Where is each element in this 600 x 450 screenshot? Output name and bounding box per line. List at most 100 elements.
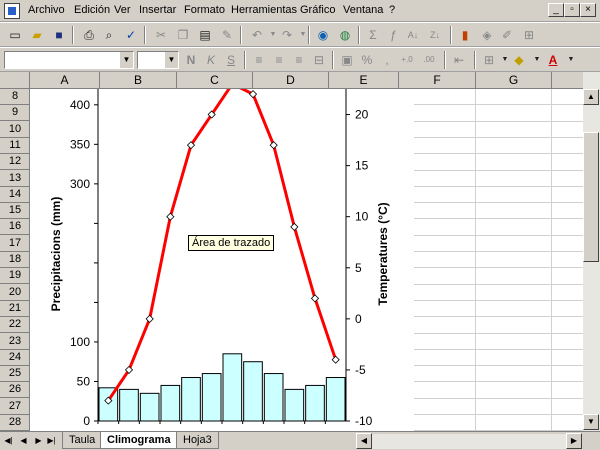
horizontal-scrollbar[interactable]: ◀ ▶ xyxy=(356,433,582,449)
scroll-up-icon[interactable]: ▲ xyxy=(583,89,599,105)
font-name-combo[interactable]: ▼ xyxy=(4,51,134,69)
menu-archivo[interactable]: Archivo xyxy=(28,4,65,16)
open-folder-icon[interactable]: ▰ xyxy=(28,26,46,44)
menu-ventana[interactable]: Ventana xyxy=(343,4,383,16)
row-header[interactable]: 16 xyxy=(0,219,29,236)
font-size-combo[interactable]: ▼ xyxy=(137,51,179,69)
menu-insertar[interactable]: Insertar xyxy=(139,4,176,16)
merge-center-icon[interactable]: ⊟ xyxy=(310,51,328,69)
chevron-down-icon[interactable]: ▼ xyxy=(164,52,178,68)
percent-button[interactable]: % xyxy=(358,51,376,69)
climograph-chart[interactable]: 0 50 100 300 350 400 -10 -5 0 5 10 15 20 Precipitaci… xyxy=(30,89,414,431)
scroll-down-icon[interactable]: ▼ xyxy=(583,414,599,430)
zoom-icon[interactable]: ⊞ xyxy=(520,26,538,44)
menu-ver[interactable]: Ver xyxy=(114,4,131,16)
paste-function-icon[interactable]: ƒ xyxy=(384,26,402,44)
font-color-icon[interactable]: A xyxy=(544,51,562,69)
sort-descending-icon[interactable]: Z↓ xyxy=(426,26,444,44)
web-toolbar-icon[interactable]: ◍ xyxy=(336,26,354,44)
align-right-icon[interactable]: ≡ xyxy=(290,51,308,69)
row-header[interactable]: 24 xyxy=(0,350,29,366)
bold-button[interactable]: N xyxy=(182,51,200,69)
scroll-right-icon[interactable]: ▶ xyxy=(566,433,582,449)
row-header[interactable]: 9 xyxy=(0,105,29,122)
next-sheet-icon[interactable]: ▶ xyxy=(32,434,45,448)
autosum-icon[interactable]: Σ xyxy=(364,26,382,44)
row-header[interactable]: 20 xyxy=(0,285,29,301)
row-header[interactable]: 22 xyxy=(0,317,29,334)
close-button[interactable]: × xyxy=(580,3,596,17)
sheet-tab-climograma[interactable]: Climograma xyxy=(100,432,178,449)
row-header[interactable]: 14 xyxy=(0,187,29,203)
y-tick-label: 100 xyxy=(70,335,90,349)
new-document-icon[interactable]: ▭ xyxy=(6,26,24,44)
print-icon[interactable]: ⎙ xyxy=(80,26,98,44)
row-header[interactable]: 15 xyxy=(0,203,29,220)
menu-formato[interactable]: Formato xyxy=(184,4,225,16)
menu-herramientas[interactable]: Herramientas xyxy=(231,4,297,16)
row-header[interactable]: 23 xyxy=(0,334,29,350)
row-header[interactable]: 13 xyxy=(0,171,29,187)
excel-document-icon[interactable] xyxy=(4,3,20,19)
row-header[interactable]: 21 xyxy=(0,301,29,317)
drawing-icon[interactable]: ✐ xyxy=(498,26,516,44)
currency-icon[interactable]: ▣ xyxy=(338,51,356,69)
underline-button[interactable]: S xyxy=(222,51,240,69)
cut-icon[interactable]: ✂ xyxy=(152,26,170,44)
save-icon[interactable]: ■ xyxy=(50,26,68,44)
column-header[interactable]: E xyxy=(329,72,399,89)
row-header[interactable]: 10 xyxy=(0,122,29,138)
menu-help[interactable]: ? xyxy=(389,4,395,16)
column-header[interactable]: D xyxy=(253,72,329,89)
menu-edicion[interactable]: Edición xyxy=(74,4,110,16)
last-sheet-icon[interactable]: ▶| xyxy=(45,434,58,448)
format-painter-icon[interactable]: ✎ xyxy=(218,26,236,44)
vertical-scroll-thumb[interactable] xyxy=(583,132,599,262)
row-header[interactable]: 26 xyxy=(0,382,29,399)
chevron-down-icon[interactable]: ▼ xyxy=(119,52,133,68)
row-header[interactable]: 8 xyxy=(0,89,29,105)
copy-icon[interactable]: ❐ xyxy=(174,26,192,44)
font-color-dropdown-icon[interactable]: ▼ xyxy=(562,51,580,69)
row-header[interactable]: 12 xyxy=(0,154,29,171)
restore-button[interactable]: ▫ xyxy=(564,3,580,17)
column-header[interactable]: C xyxy=(177,72,253,89)
align-center-icon[interactable]: ≡ xyxy=(270,51,288,69)
row-header[interactable]: 17 xyxy=(0,236,29,252)
vertical-scrollbar[interactable]: ▲ ▼ xyxy=(583,72,600,431)
italic-button[interactable]: K xyxy=(202,51,220,69)
menu-grafico[interactable]: Gráfico xyxy=(300,4,335,16)
comma-style-icon[interactable]: , xyxy=(378,51,396,69)
row-header[interactable]: 25 xyxy=(0,366,29,383)
row-header[interactable]: 18 xyxy=(0,252,29,268)
select-all-corner[interactable] xyxy=(0,72,30,89)
print-preview-icon[interactable]: ⌕ xyxy=(100,26,118,44)
map-icon[interactable]: ◈ xyxy=(478,26,496,44)
row-headers: 8 9 10 11 12 13 14 15 16 17 18 19 20 21 22 23 24 25 26 27 28 xyxy=(0,89,30,431)
sheet-tab-hoja3[interactable]: Hoja3 xyxy=(176,432,219,449)
y2-tick-label: -10 xyxy=(355,414,373,428)
column-header[interactable]: B xyxy=(100,72,177,89)
row-header[interactable]: 27 xyxy=(0,399,29,415)
row-header[interactable]: 11 xyxy=(0,138,29,154)
first-sheet-icon[interactable]: ◀| xyxy=(2,434,15,448)
column-header[interactable]: F xyxy=(399,72,476,89)
spelling-icon[interactable]: ✓ xyxy=(122,26,140,44)
decrease-indent-icon[interactable]: ⇤ xyxy=(450,51,468,69)
sort-ascending-icon[interactable]: A↓ xyxy=(404,26,422,44)
paste-icon[interactable]: ▤ xyxy=(196,26,214,44)
row-header[interactable]: 28 xyxy=(0,415,29,431)
row-header[interactable]: 19 xyxy=(0,268,29,285)
minimize-button[interactable]: _ xyxy=(548,3,564,17)
increase-decimal-icon[interactable]: +.0 xyxy=(398,51,416,69)
hyperlink-icon[interactable]: ◉ xyxy=(314,26,332,44)
decrease-decimal-icon[interactable]: .00 xyxy=(420,51,438,69)
previous-sheet-icon[interactable]: ◀ xyxy=(17,434,30,448)
fill-color-icon[interactable]: ◆ xyxy=(510,51,528,69)
chart-wizard-icon[interactable]: ▮ xyxy=(456,26,474,44)
column-header[interactable]: G xyxy=(476,72,552,89)
align-left-icon[interactable]: ≡ xyxy=(250,51,268,69)
sheet-tab-taula[interactable]: Taula xyxy=(62,432,103,449)
scroll-left-icon[interactable]: ◀ xyxy=(356,433,372,449)
column-header[interactable]: A xyxy=(30,72,100,89)
